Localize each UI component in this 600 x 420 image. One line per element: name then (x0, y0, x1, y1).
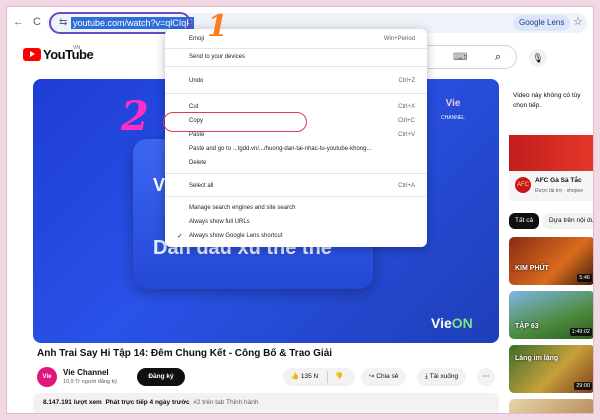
menu-divider (165, 93, 427, 94)
thumbnail-caption: TẬP 63 (515, 323, 539, 330)
menu-item-label: Manage search engines and site search (189, 205, 296, 211)
share-button[interactable]: ↪ Chia sẻ (361, 368, 407, 386)
like-divider (327, 371, 328, 383)
step-number-2: 2 (121, 93, 149, 140)
watermark-text: Vie (445, 98, 461, 109)
more-actions-button[interactable]: ⋯ (477, 368, 495, 386)
recommended-video-thumbnail[interactable]: KIM PHÚT 5:46 (509, 237, 593, 285)
share-label: Chia sẻ (376, 373, 399, 380)
microphone-icon[interactable]: 🎙 (529, 49, 547, 67)
like-dislike-group: 👍 135 N 👎 (283, 368, 355, 386)
menu-item-shortcut: Ctrl+Z (398, 78, 416, 84)
like-button[interactable]: 👍 135 N (291, 373, 318, 380)
subscriber-count: 10,9 Tr người đăng ký (63, 379, 118, 385)
recommended-video-thumbnail[interactable] (509, 399, 593, 413)
share-icon: ↪ (369, 373, 375, 380)
keyboard-icon[interactable]: ⌨ (453, 52, 467, 63)
context-menu: Emoji Win+Period Send to your devices Und… (165, 29, 427, 247)
checkmark-icon: ✓ (177, 233, 183, 240)
menu-divider (165, 66, 427, 67)
like-count: 135 N (300, 373, 319, 380)
menu-item-shortcut: Ctrl+C (397, 118, 415, 124)
channel-avatar[interactable]: Vie (37, 367, 57, 387)
trending-tag[interactable]: #2 trên tab Thịnh hành (193, 399, 258, 406)
ad-title[interactable]: AFC Gà Sả Tắc (535, 177, 582, 184)
menu-divider (165, 196, 427, 197)
menu-item-delete[interactable]: Delete (165, 157, 427, 170)
publish-date: Phát trực tiếp 4 ngày trước (105, 399, 190, 406)
chat-disabled-note: Video này không có tùy chọn tiếp. (513, 92, 581, 109)
video-duration: 5:46 (577, 274, 592, 282)
back-icon[interactable]: ← (13, 15, 24, 29)
watermark-subtext: CHANNEL (441, 115, 465, 121)
bookmark-star-icon[interactable]: ☆ (573, 15, 583, 28)
menu-item-show-full-urls[interactable]: Always show full URLs (165, 216, 427, 229)
menu-item-shortcut: Ctrl+V (398, 132, 415, 138)
google-lens-button[interactable]: Google Lens (513, 15, 571, 31)
search-icon[interactable]: ⌕ (495, 51, 501, 64)
vie-channel-watermark: Vie CHANNEL (433, 97, 473, 125)
menu-item-shortcut: Win+Period (383, 36, 415, 42)
menu-item-label: Paste and go to ...tgdd.vn/.../huong-dan… (189, 146, 372, 152)
download-button[interactable]: ⤓ Tải xuống (417, 368, 467, 386)
video-duration: 1:49:02 (569, 328, 592, 336)
copy-annotation-outline (163, 112, 307, 132)
view-count: 8.147.191 lượt xem (43, 399, 102, 406)
menu-item-shortcut: Ctrl+A (398, 183, 415, 189)
ad-sponsor: Được tài trợ · shopee (535, 188, 583, 194)
video-stats: 8.147.191 lượt xem Phát trực tiếp 4 ngày… (43, 399, 259, 406)
chip-all[interactable]: Tất cả (509, 213, 540, 229)
video-title: Anh Trai Say Hi Tập 14: Đêm Chung Kết - … (37, 348, 333, 359)
menu-item-paste-and-go[interactable]: Paste and go to ...tgdd.vn/.../huong-dan… (165, 143, 427, 156)
menu-item-send-to-devices[interactable]: Send to your devices (165, 51, 427, 64)
menu-item-label: Emoji (189, 36, 205, 42)
menu-item-undo[interactable]: Undo Ctrl+Z (165, 75, 427, 88)
thumbs-up-icon: 👍 (291, 373, 300, 380)
download-label: Tải xuống (429, 373, 459, 380)
dislike-button[interactable]: 👎 (335, 368, 343, 386)
menu-divider (165, 173, 427, 174)
menu-item-manage-search-engines[interactable]: Manage search engines and site search (165, 202, 427, 215)
menu-divider (165, 48, 427, 49)
vieon-logo-accent: ON (451, 315, 473, 331)
country-code: VN (73, 45, 80, 51)
youtube-play-icon (23, 48, 41, 61)
menu-item-select-all[interactable]: Select all Ctrl+A (165, 180, 427, 193)
search-box[interactable] (427, 45, 517, 69)
recommended-video-thumbnail[interactable]: Làng im lặng 29:00 (509, 345, 593, 393)
menu-item-emoji[interactable]: Emoji Win+Period (165, 33, 427, 46)
download-icon: ⤓ (425, 373, 428, 380)
screenshot-frame: ← C ⇆ youtube.com/watch?v=qlCIqF Google … (6, 6, 594, 414)
menu-item-label: Always show full URLs (189, 219, 250, 225)
vieon-logo-text: Vie (431, 315, 452, 331)
vieon-logo: VieON (431, 315, 473, 331)
chip-related[interactable]: Dựa trên nội dung (543, 213, 593, 229)
reload-icon[interactable]: C (33, 15, 41, 29)
recommended-video-thumbnail[interactable]: TẬP 63 1:49:02 (509, 291, 593, 339)
menu-item-label: Delete (189, 160, 207, 166)
menu-item-show-lens-shortcut[interactable]: ✓ Always show Google Lens shortcut (165, 230, 427, 243)
menu-item-label: Select all (189, 183, 214, 189)
youtube-logo[interactable]: YouTube (23, 47, 94, 62)
more-icon: ⋯ (482, 373, 490, 380)
subscribe-button[interactable]: Đăng ký (137, 368, 185, 386)
thumbs-down-icon: 👎 (335, 373, 344, 380)
thumbnail-caption: KIM PHÚT (515, 265, 549, 272)
menu-item-label: Always show Google Lens shortcut (189, 233, 283, 239)
channel-name[interactable]: Vie Channel (63, 368, 109, 377)
youtube-logo-text: YouTube (43, 47, 94, 62)
thumbnail-caption: Làng im lặng (515, 355, 559, 362)
menu-item-shortcut: Ctrl+X (398, 104, 415, 110)
step-number-1: 1 (207, 9, 228, 44)
video-duration: 29:00 (574, 382, 592, 390)
menu-item-label: Undo (189, 78, 204, 84)
ad-banner-image[interactable] (509, 135, 593, 171)
menu-item-label: Send to your devices (189, 54, 246, 60)
ad-logo: AFC (515, 177, 531, 193)
